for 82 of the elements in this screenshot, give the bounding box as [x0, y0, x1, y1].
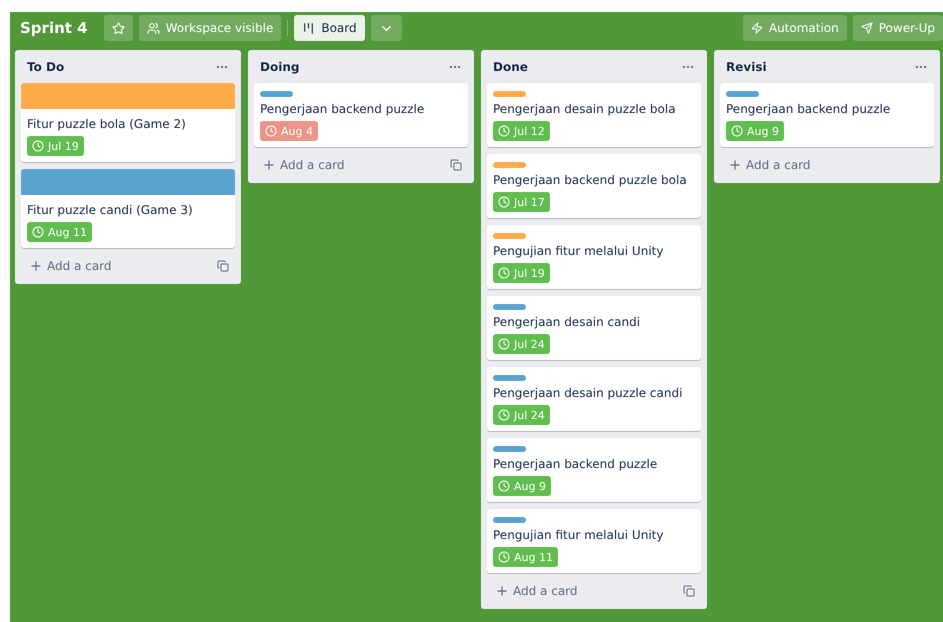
star-button[interactable] — [104, 15, 133, 41]
template-icon — [217, 260, 229, 272]
star-icon — [112, 22, 125, 34]
clock-icon — [498, 196, 510, 208]
board-view-button[interactable]: Board — [294, 15, 365, 41]
board-icon — [302, 22, 316, 34]
card-title: Pengujian fitur melalui Unity — [493, 528, 664, 542]
plus-icon — [728, 158, 742, 172]
card-title: Fitur puzzle candi (Game 3) — [27, 203, 193, 217]
list-title[interactable]: Done — [493, 60, 528, 74]
people-icon — [146, 22, 160, 34]
due-date-badge[interactable]: Jul 12 — [493, 121, 550, 141]
view-dropdown-button[interactable] — [370, 15, 402, 41]
visibility-button[interactable]: Workspace visible — [138, 15, 282, 41]
due-date-badge[interactable]: Aug 11 — [493, 547, 558, 567]
template-icon — [683, 585, 695, 597]
card-title: Pengerjaan backend puzzle bola — [493, 173, 687, 187]
card[interactable]: Pengerjaan backend puzzle Aug 4 — [254, 83, 468, 147]
due-date-badge[interactable]: Aug 11 — [27, 222, 92, 242]
clock-icon — [498, 267, 510, 279]
card-label[interactable] — [493, 162, 526, 168]
due-date-badge[interactable]: Jul 19 — [27, 136, 84, 156]
automation-button[interactable]: Automation — [742, 15, 847, 41]
template-button[interactable] — [215, 258, 231, 274]
add-card-button[interactable]: Add a card — [258, 156, 349, 174]
card-label[interactable] — [493, 304, 526, 310]
card[interactable]: Fitur puzzle candi (Game 3) Aug 11 — [21, 169, 235, 248]
card[interactable]: Pengujian fitur melalui Unity Aug 11 — [487, 509, 701, 573]
clock-icon — [32, 226, 44, 238]
card-label[interactable] — [260, 91, 293, 97]
clock-icon — [498, 125, 510, 137]
card-label[interactable] — [493, 375, 526, 381]
due-date-badge[interactable]: Aug 9 — [726, 121, 784, 141]
due-date-badge[interactable]: Aug 9 — [493, 476, 551, 496]
lightning-icon — [750, 22, 763, 34]
card-title: Pengerjaan desain puzzle bola — [493, 102, 676, 116]
template-icon — [450, 159, 462, 171]
card-title: Pengerjaan backend puzzle — [260, 102, 424, 116]
card-label[interactable] — [493, 517, 526, 523]
card[interactable]: Pengerjaan desain candi Jul 24 — [487, 296, 701, 360]
plus-icon — [495, 584, 509, 598]
card[interactable]: Pengerjaan backend puzzle Aug 9 — [720, 83, 934, 147]
template-button[interactable] — [448, 157, 464, 173]
board-title[interactable]: Sprint 4 — [16, 19, 92, 37]
card-label[interactable] — [726, 91, 759, 97]
card-title: Pengerjaan desain puzzle candi — [493, 386, 682, 400]
plus-icon — [262, 158, 276, 172]
due-date-badge[interactable]: Jul 19 — [493, 263, 550, 283]
clock-icon — [265, 125, 277, 137]
clock-icon — [731, 125, 743, 137]
add-card-button[interactable]: Add a card — [491, 582, 582, 600]
template-button[interactable] — [681, 583, 697, 599]
plus-icon — [29, 259, 43, 273]
card-title: Pengujian fitur melalui Unity — [493, 244, 664, 258]
clock-icon — [498, 338, 510, 350]
list-title[interactable]: Revisi — [726, 60, 767, 74]
card[interactable]: Pengerjaan desain puzzle candi Jul 24 — [487, 367, 701, 431]
clock-icon — [32, 140, 44, 152]
list-title[interactable]: To Do — [27, 60, 64, 74]
card[interactable]: Pengujian fitur melalui Unity Jul 19 — [487, 225, 701, 289]
card[interactable]: Pengerjaan backend puzzle bola Jul 17 — [487, 154, 701, 218]
clock-icon — [498, 551, 510, 563]
due-date-badge[interactable]: Aug 4 — [260, 121, 318, 141]
card-title: Pengerjaan backend puzzle — [493, 457, 658, 471]
card-label[interactable] — [493, 91, 526, 97]
due-date-badge[interactable]: Jul 24 — [493, 334, 550, 354]
add-card-button[interactable]: Add a card — [25, 257, 116, 275]
card-title: Pengerjaan desain candi — [493, 315, 640, 329]
card[interactable]: Fitur puzzle bola (Game 2) Jul 19 — [21, 83, 235, 162]
list-title[interactable]: Doing — [260, 60, 300, 74]
clock-icon — [498, 409, 510, 421]
card-title: Pengerjaan backend puzzle — [726, 102, 890, 116]
card-label[interactable] — [493, 446, 526, 452]
clock-icon — [498, 480, 510, 492]
power-ups-button[interactable]: Power-Up — [852, 15, 943, 41]
due-date-badge[interactable]: Jul 17 — [493, 192, 550, 212]
card-title: Fitur puzzle bola (Game 2) — [27, 117, 186, 131]
card[interactable]: Pengerjaan desain puzzle bola Jul 12 — [487, 83, 701, 147]
card[interactable]: Pengerjaan backend puzzle Aug 9 — [487, 438, 701, 502]
due-date-badge[interactable]: Jul 24 — [493, 405, 550, 425]
card-label[interactable] — [493, 233, 526, 239]
add-card-button[interactable]: Add a card — [724, 156, 815, 174]
